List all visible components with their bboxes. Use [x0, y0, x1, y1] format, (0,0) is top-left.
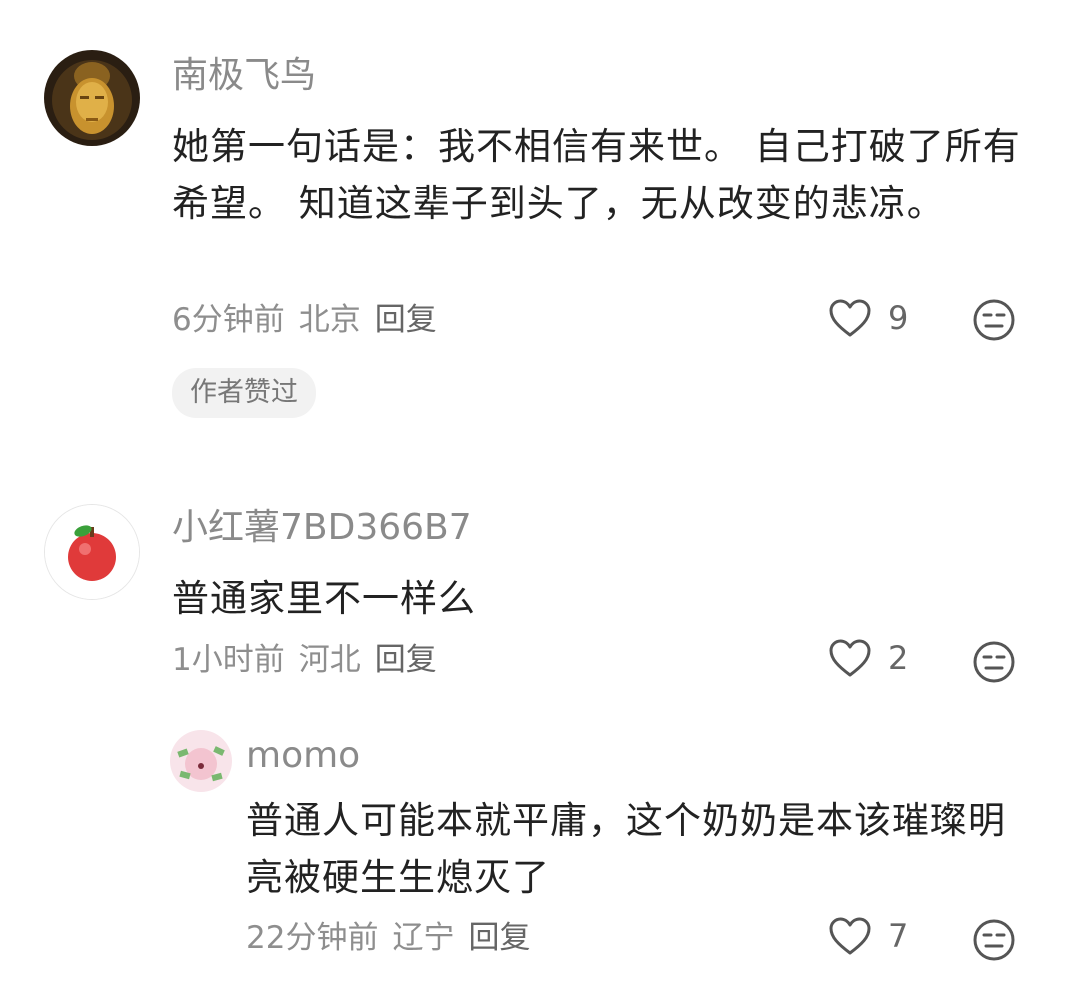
avatar[interactable]: [170, 730, 232, 792]
neutral-face-icon: [973, 919, 1015, 961]
like-button[interactable]: 7: [828, 916, 908, 956]
reply-button[interactable]: 回复: [468, 920, 530, 956]
emoji-button[interactable]: [972, 298, 1016, 346]
comment-item: 小红薯7BD366B7 普通家里不一样么 1小时前 河北 回复 2: [0, 500, 1078, 700]
emoji-button[interactable]: [972, 918, 1016, 966]
neutral-face-icon: [973, 641, 1015, 683]
like-count: 7: [888, 917, 909, 955]
reply-button[interactable]: 回复: [375, 302, 437, 338]
comment-text: 她第一句话是：我不相信有来世。 自己打破了所有希望。 知道这辈子到头了，无从改变…: [172, 125, 1021, 225]
username[interactable]: 南极飞鸟: [172, 54, 316, 98]
heart-outline-icon: [829, 639, 871, 677]
comment-text: 普通家里不一样么: [172, 577, 476, 620]
avatar[interactable]: [44, 50, 140, 146]
reply-item: momo 普通人可能本就平庸，这个奶奶是本该璀璨明亮被硬生生熄灭了 22分钟前辽…: [0, 720, 1078, 980]
like-button[interactable]: 2: [828, 638, 908, 678]
neutral-face-icon: [973, 299, 1015, 341]
timestamp: 6分钟前: [172, 302, 285, 338]
location: 北京: [298, 302, 361, 338]
username[interactable]: 小红薯7BD366B7: [172, 506, 472, 550]
reply-meta: 22分钟前 辽宁 回复: [246, 918, 544, 958]
author-liked-badge: 作者赞过: [172, 368, 316, 418]
comment-item: 南极飞鸟 她第一句话是：我不相信有来世。 自己打破了所有希望。 知道这辈子到头了…: [0, 0, 1078, 440]
like-button[interactable]: 9: [828, 298, 908, 338]
location: 辽宁: [392, 920, 455, 956]
reply-button[interactable]: 回复: [375, 642, 437, 678]
reply-text: 普通人可能本就平庸，这个奶奶是本该璀璨明亮被硬生生熄灭了: [246, 799, 1006, 899]
username[interactable]: momo: [246, 734, 360, 778]
avatar[interactable]: [44, 504, 140, 600]
heart-outline-icon: [829, 299, 871, 337]
location: 河北: [298, 642, 361, 678]
comment-meta: 1小时前 河北 回复: [172, 640, 451, 680]
comment-meta: 6分钟前 北京 回复: [172, 300, 451, 340]
heart-outline-icon: [829, 917, 871, 955]
timestamp: 1小时前: [172, 642, 285, 678]
like-count: 9: [888, 299, 909, 337]
emoji-button[interactable]: [972, 640, 1016, 688]
timestamp: 22分钟前: [246, 920, 379, 956]
like-count: 2: [888, 639, 909, 677]
